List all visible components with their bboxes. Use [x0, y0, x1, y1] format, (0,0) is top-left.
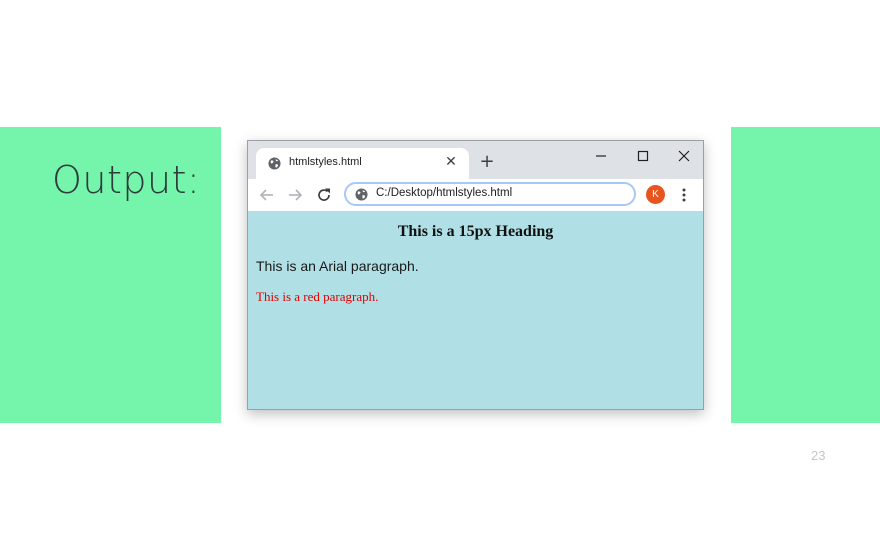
back-arrow-icon[interactable] — [258, 186, 276, 204]
tab-close-icon[interactable]: ✕ — [443, 154, 459, 170]
page-viewport: This is a 15px Heading This is an Arial … — [248, 211, 703, 409]
profile-avatar[interactable]: K — [646, 185, 665, 204]
forward-arrow-icon[interactable] — [286, 186, 304, 204]
maximize-icon[interactable] — [632, 145, 654, 167]
more-menu-icon[interactable] — [678, 186, 690, 204]
tab-strip: htmlstyles.html ✕ + — [248, 141, 703, 179]
right-accent-panel — [731, 127, 880, 423]
browser-tab[interactable]: htmlstyles.html ✕ — [256, 148, 469, 179]
slide-page-number: 23 — [811, 448, 826, 463]
tab-title: htmlstyles.html — [289, 156, 362, 168]
globe-icon — [355, 188, 368, 201]
page-heading: This is a 15px Heading — [397, 223, 554, 240]
arial-paragraph: This is an Arial paragraph. — [256, 258, 419, 274]
new-tab-button[interactable]: + — [478, 151, 496, 172]
slide-title: Output: — [52, 158, 201, 202]
window-close-icon[interactable] — [673, 145, 695, 167]
red-paragraph: This is a red paragraph. — [256, 289, 379, 304]
address-url: C:/Desktop/htmlstyles.html — [376, 187, 513, 199]
globe-icon — [268, 157, 281, 170]
minimize-icon[interactable] — [590, 145, 612, 167]
address-bar[interactable]: C:/Desktop/htmlstyles.html — [344, 182, 636, 206]
browser-window: htmlstyles.html ✕ + C:/Desktop/htmlstyle… — [247, 140, 704, 410]
reload-icon[interactable] — [315, 186, 333, 204]
browser-toolbar: C:/Desktop/htmlstyles.html K — [248, 179, 703, 211]
